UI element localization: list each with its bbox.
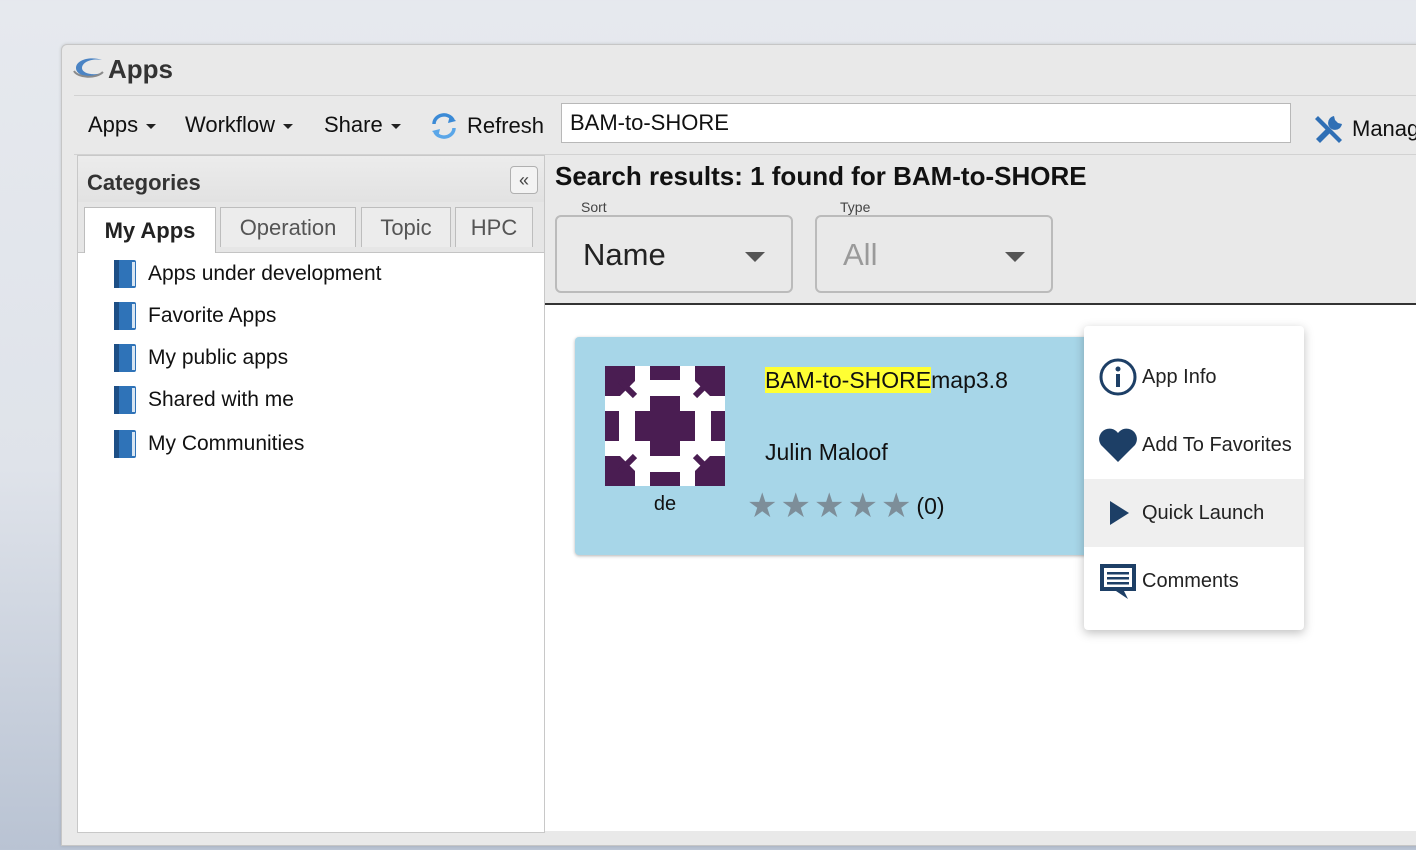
category-my-public-apps[interactable]: My public apps (112, 343, 288, 373)
category-my-communities[interactable]: My Communities (112, 429, 304, 459)
tab-operation[interactable]: Operation (220, 207, 356, 247)
sort-select[interactable]: Name (555, 215, 793, 293)
double-chevron-left-icon: « (518, 169, 529, 190)
apps-menu-button[interactable]: Apps (88, 112, 157, 138)
share-menu-button[interactable]: Share (324, 112, 401, 138)
toolbar: Apps Workflow Share Refresh BAM-to-SHORE… (74, 95, 1416, 155)
results-header: Search results: 1 found for BAM-to-SHORE… (545, 155, 1416, 305)
manage-tools-label: Manag (1352, 116, 1416, 141)
window-title: Apps (108, 54, 173, 84)
categories-header: Categories « (78, 156, 544, 203)
share-menu-label: Share (324, 112, 383, 137)
menu-item-comments[interactable]: Comments (1084, 547, 1304, 615)
tab-hpc[interactable]: HPC (455, 207, 533, 247)
comment-icon (1096, 559, 1140, 603)
play-icon (1096, 491, 1140, 535)
star-icon[interactable]: ★ (847, 489, 877, 523)
tab-topic[interactable]: Topic (361, 207, 451, 247)
star-icon[interactable]: ★ (881, 489, 911, 523)
type-select[interactable]: All (815, 215, 1053, 293)
menu-item-label: Comments (1142, 569, 1239, 592)
rating-count: (0) (916, 492, 945, 519)
window-titlebar: Apps (62, 45, 1416, 95)
star-icon[interactable]: ★ (780, 489, 810, 523)
menu-item-add-to-favorites[interactable]: Add To Favorites (1084, 411, 1304, 479)
dropdown-arrow-icon (1005, 252, 1025, 262)
chevron-down-icon (283, 123, 294, 129)
tab-my-apps[interactable]: My Apps (84, 207, 216, 253)
categories-title: Categories (87, 170, 201, 195)
app-author: Julin Maloof (765, 439, 888, 465)
category-apps-under-development[interactable]: Apps under development (112, 259, 382, 289)
refresh-icon (432, 113, 456, 139)
star-icon[interactable]: ★ (814, 489, 844, 523)
apps-menu-label: Apps (88, 112, 139, 137)
category-label: Shared with me (148, 388, 294, 411)
menu-item-label: App Info (1142, 365, 1217, 388)
book-icon (114, 430, 136, 458)
type-label: Type (840, 199, 871, 215)
category-label: My Communities (148, 432, 305, 455)
book-icon (114, 302, 136, 330)
heart-icon (1096, 423, 1140, 467)
manage-tools-button[interactable]: Manag (1312, 112, 1416, 146)
app-name-highlight: BAM-to-SHORE (765, 367, 932, 393)
category-label: Apps under development (148, 262, 382, 285)
chevron-down-icon (146, 123, 157, 129)
refresh-label: Refresh (467, 113, 545, 138)
wrench-icon (1315, 116, 1342, 143)
dropdown-arrow-icon (745, 252, 765, 262)
collapse-panel-button[interactable]: « (510, 166, 538, 194)
book-icon (114, 344, 136, 372)
menu-item-app-info[interactable]: App Info (1084, 343, 1304, 411)
de-logo-icon (73, 58, 104, 78)
sort-label: Sort (581, 199, 607, 215)
category-shared-with-me[interactable]: Shared with me (112, 385, 294, 415)
results-title: Search results: 1 found for BAM-to-SHORE (555, 161, 1087, 191)
book-icon (114, 386, 136, 414)
app-identicon-icon (605, 366, 725, 486)
menu-item-label: Quick Launch (1142, 501, 1265, 524)
book-icon (114, 260, 136, 288)
menu-item-label: Add To Favorites (1142, 433, 1292, 456)
category-label: My public apps (148, 346, 289, 369)
workflow-menu-button[interactable]: Workflow (185, 112, 294, 138)
category-label: Favorite Apps (148, 304, 277, 327)
app-card[interactable]: de BAM-to-SHOREmap3.8 Julin Maloof ★ ★ ★… (575, 337, 1135, 555)
app-rating[interactable]: ★ ★ ★ ★ ★ (0) (747, 489, 945, 523)
chevron-down-icon (390, 123, 401, 129)
app-icon-label: de (653, 493, 677, 515)
app-context-menu: App Info Add To Favorites Quick Launch C… (1084, 326, 1304, 630)
type-value: All (843, 237, 878, 272)
info-icon (1096, 355, 1140, 399)
category-favorite-apps[interactable]: Favorite Apps (112, 301, 276, 331)
categories-panel: Categories « My Apps Operation Topic HPC… (77, 155, 545, 833)
app-name-rest: map3.8 (931, 367, 1008, 393)
star-icon[interactable]: ★ (747, 489, 777, 523)
sort-value: Name (583, 237, 666, 272)
search-input[interactable] (561, 103, 1291, 143)
workflow-menu-label: Workflow (185, 112, 276, 137)
categories-tabs: My Apps Operation Topic HPC (78, 202, 544, 253)
refresh-button[interactable]: Refresh (429, 112, 544, 140)
app-name[interactable]: BAM-to-SHOREmap3.8 (765, 367, 1008, 394)
menu-item-quick-launch[interactable]: Quick Launch (1084, 479, 1304, 547)
